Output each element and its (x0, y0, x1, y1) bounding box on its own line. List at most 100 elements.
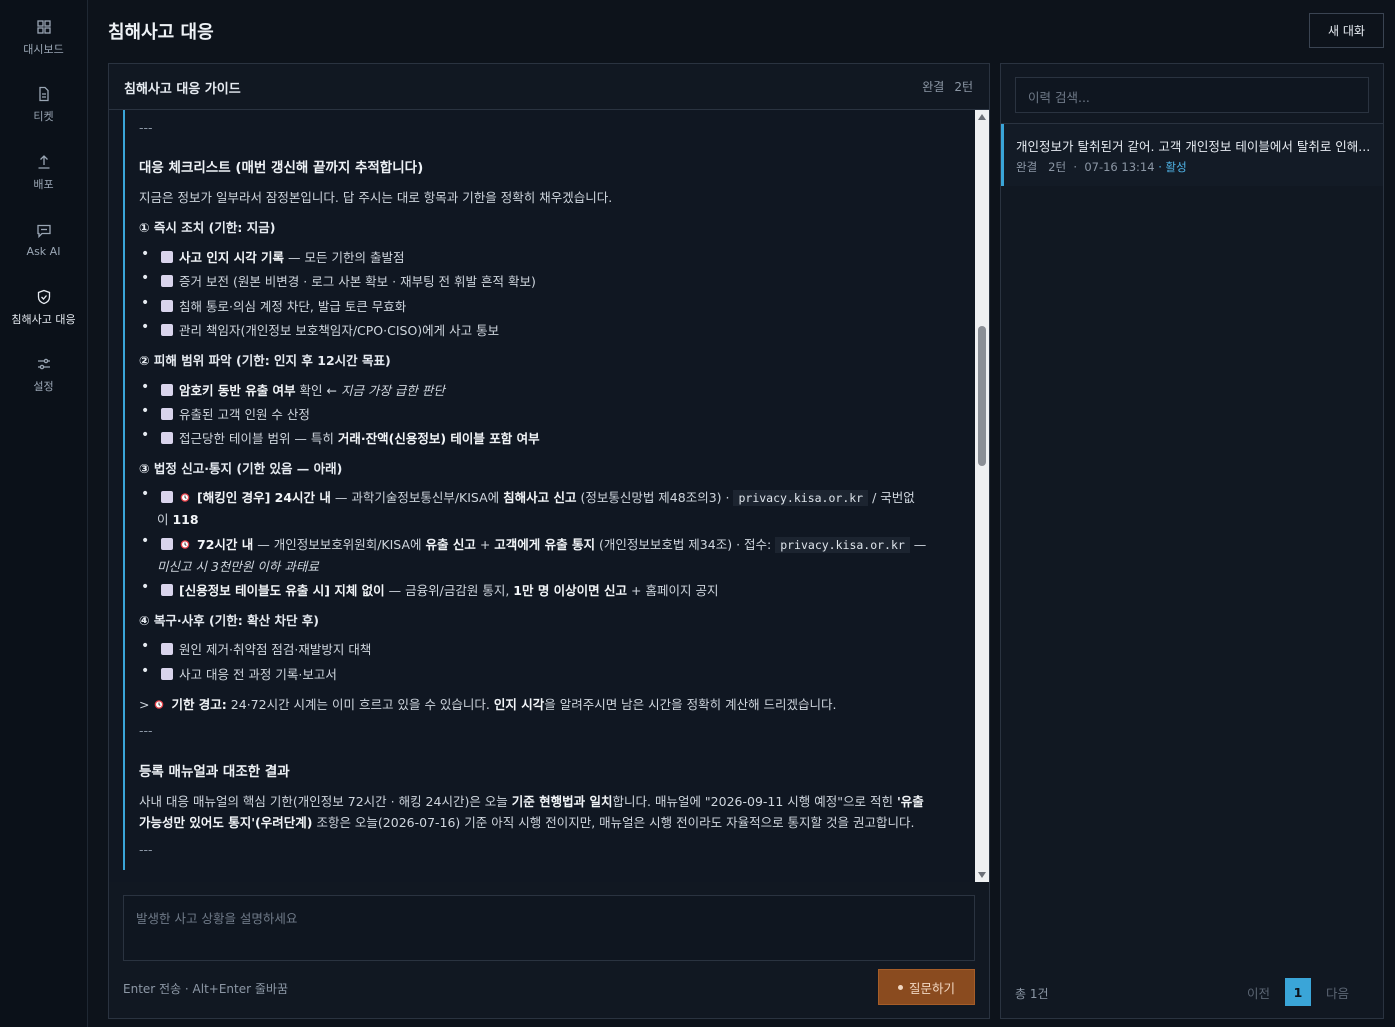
message-area[interactable]: --- 대응 체크리스트 (매번 갱신해 끝까지 추적합니다) 지금은 정보가 … (109, 110, 975, 882)
text: (개인정보보호법 제34조) · 접수: (594, 537, 776, 552)
section-heading: 등록 매뉴얼과 대조한 결과 (139, 764, 290, 780)
checkbox-icon (161, 668, 173, 680)
status-badge: 완결 (922, 80, 945, 94)
pagination: 이전 1 다음 (1241, 978, 1355, 1006)
divider: --- (139, 723, 153, 738)
text: — 과학기술정보통신부/KISA에 (330, 490, 504, 505)
text: 조항은 오늘(2026-07-16) 기준 아직 시행 전이지만, 매뉴얼은 시… (312, 815, 915, 830)
text: 접근당한 테이블 범위 — 특히 (179, 431, 338, 446)
bold-text: 1만 명 이상이면 신고 (513, 583, 628, 598)
text: 사고 대응 전 과정 기록·보고서 (179, 667, 337, 682)
page-title: 침해사고 대응 (108, 22, 214, 43)
code-link[interactable]: privacy.kisa.or.kr (733, 490, 869, 506)
subsection-title: ③ 법정 신고·통지 (기한 있음 — 아래) (139, 461, 343, 476)
paragraph-line: 사내 대응 매뉴얼의 핵심 기한(개인정보 72시간 · 해킹 24시간)은 오… (139, 791, 924, 810)
code-link[interactable]: privacy.kisa.or.kr (775, 537, 910, 553)
checkbox-icon (161, 324, 173, 336)
sidebar-item-tickets[interactable]: 티켓 (0, 75, 87, 135)
scroll-down-icon[interactable] (978, 872, 986, 878)
separator: · (1073, 160, 1078, 174)
ask-button[interactable]: 질문하기 (878, 969, 975, 1005)
chat-icon (36, 224, 51, 238)
history-search-input[interactable]: 이력 검색... (1015, 77, 1369, 113)
checkbox-icon (161, 643, 173, 655)
prev-page-button[interactable]: 이전 (1241, 978, 1276, 1006)
text: 확인 ← (295, 383, 341, 398)
text: (정보통신망법 제48조의3) · (576, 490, 734, 505)
text: 증거 보전 (원본 비변경 · 로그 사본 확보 · 재부팅 전 휘발 흔적 확… (179, 274, 536, 289)
sidebar-item-deploy[interactable]: 배포 (0, 143, 87, 203)
chat-header: 침해사고 대응 가이드 완결 2턴 (109, 64, 989, 110)
sidebar-item-dashboard[interactable]: 대시보드 (0, 8, 87, 68)
incident-input[interactable]: 발생한 사고 상황을 설명하세요 (123, 895, 975, 961)
new-chat-button[interactable]: 새 대화 (1309, 13, 1384, 48)
bold-text: 암호키 동반 유출 여부 (179, 383, 296, 398)
bold-text: '유출 (896, 794, 924, 809)
bold-text: 기준 현행법과 일치 (511, 794, 613, 809)
bold-text: 가능성만 있어도 통지'(우려단계) (139, 815, 313, 830)
sidebar-item-settings[interactable]: 설정 (0, 345, 87, 405)
subsection-title: ① 즉시 조치 (기한: 지금) (139, 220, 276, 235)
text: — 모든 기한의 출발점 (284, 250, 405, 265)
total-count: 총 1건 (1015, 987, 1049, 1001)
checklist-item: [해킹인 경우] 24시간 내 — 과학기술정보통신부/KISA에 침해사고 신… (139, 486, 915, 506)
checklist-item: 72시간 내 — 개인정보보호위원회/KISA에 유출 신고 + 고객에게 유출… (139, 533, 927, 553)
sidebar: 대시보드 티켓 배포 Ask AI 침해사고 대응 설정 (0, 0, 88, 1027)
wrapped-text: 이 118 (157, 509, 199, 528)
bold-text: 거래·잔액(신용정보) 테이블 포함 여부 (337, 431, 540, 446)
sidebar-item-label: Ask AI (26, 244, 61, 258)
text: — 금융위/금감원 통지, (384, 583, 514, 598)
keyboard-hint: Enter 전송 · Alt+Enter 줄바꿈 (123, 982, 288, 996)
italic-text: 미신고 시 3천만원 이하 과태료 (157, 559, 319, 574)
checkbox-icon (161, 251, 173, 263)
text: 을 알려주시면 남은 시간을 정확히 계산해 드리겠습니다. (544, 697, 837, 712)
deploy-icon (38, 155, 49, 169)
scroll-up-icon[interactable] (978, 114, 986, 120)
status-badge: 완결 (1016, 160, 1038, 174)
history-panel: 이력 검색... 개인정보가 탈취된거 같어. 고객 개인정보 테이블에서 탈취… (1000, 63, 1384, 1019)
checkbox-icon (161, 408, 173, 420)
alarm-clock-icon (180, 493, 190, 502)
sidebar-item-label: 설정 (33, 380, 54, 393)
text: > (139, 697, 154, 712)
checklist-item: 사고 대응 전 과정 기록·보고서 (139, 663, 337, 683)
sidebar-item-label: 대시보드 (23, 43, 64, 56)
checklist-item: 침해 통로·의심 계정 차단, 발급 토큰 무효화 (139, 295, 407, 315)
checklist-item: 증거 보전 (원본 비변경 · 로그 사본 확보 · 재부팅 전 휘발 흔적 확… (139, 270, 536, 290)
history-item[interactable]: 개인정보가 탈취된거 같어. 고객 개인정보 테이블에서 탈취로 인해... 완… (1001, 124, 1383, 186)
text: 관리 책임자(개인정보 보호책임자/CPO·CISO)에게 사고 통보 (179, 323, 500, 338)
warning-quote: > 기한 경고: 24·72시간 시계는 이미 흐르고 있을 수 있습니다. 인… (139, 694, 837, 713)
checklist-item: 암호키 동반 유출 여부 확인 ← 지금 가장 급한 판단 (139, 379, 445, 399)
text: + 홈페이지 공지 (627, 583, 719, 598)
divider: --- (139, 842, 153, 857)
scroll-thumb[interactable] (978, 326, 986, 466)
turn-count: 2턴 (954, 80, 973, 94)
alarm-clock-icon (155, 700, 164, 709)
chat-panel: 침해사고 대응 가이드 완결 2턴 --- 대응 체크리스트 (매번 갱신해 끝… (108, 63, 990, 1019)
checklist-item: 접근당한 테이블 범위 — 특히 거래·잔액(신용정보) 테이블 포함 여부 (139, 427, 540, 447)
text: / 국번없 (868, 490, 915, 505)
assistant-message: --- 대응 체크리스트 (매번 갱신해 끝까지 추적합니다) 지금은 정보가 … (123, 110, 963, 870)
bold-text: 침해사고 신고 (503, 490, 577, 505)
section-heading: 대응 체크리스트 (매번 갱신해 끝까지 추적합니다) (139, 160, 424, 176)
bold-text: 유출 신고 (425, 537, 476, 552)
text: 침해 통로·의심 계정 차단, 발급 토큰 무효화 (179, 299, 407, 314)
chat-title: 침해사고 대응 가이드 (124, 82, 241, 97)
sidebar-item-ask-ai[interactable]: Ask AI (0, 210, 87, 270)
text: — (909, 537, 927, 552)
sidebar-item-incident-response[interactable]: 침해사고 대응 (0, 278, 87, 338)
text: 사내 대응 매뉴얼의 핵심 기한(개인정보 72시간 · 해킹 24시간)은 오… (139, 794, 512, 809)
history-item-meta: 완결 2턴 · 07-16 13:14 · 활성 (1016, 159, 1187, 175)
next-page-button[interactable]: 다음 (1320, 978, 1355, 1006)
ticket-icon (38, 86, 49, 102)
checkbox-icon (161, 538, 173, 550)
sidebar-item-label: 배포 (33, 178, 54, 191)
paragraph: 지금은 정보가 일부라서 잠정본입니다. 답 주시는 대로 항목과 기한을 정확… (139, 190, 613, 205)
page-1-button[interactable]: 1 (1285, 978, 1311, 1006)
text: 원인 제거·취약점 점검·재발방지 대책 (179, 642, 372, 657)
text: 합니다. 매뉴얼에 "2026-09-11 시행 예정"으로 적힌 (612, 794, 897, 809)
scrollbar[interactable] (975, 110, 989, 882)
shield-icon (37, 289, 50, 305)
bold-text: 72시간 내 (197, 537, 254, 552)
text: — 개인정보보호위원회/KISA에 (253, 537, 426, 552)
